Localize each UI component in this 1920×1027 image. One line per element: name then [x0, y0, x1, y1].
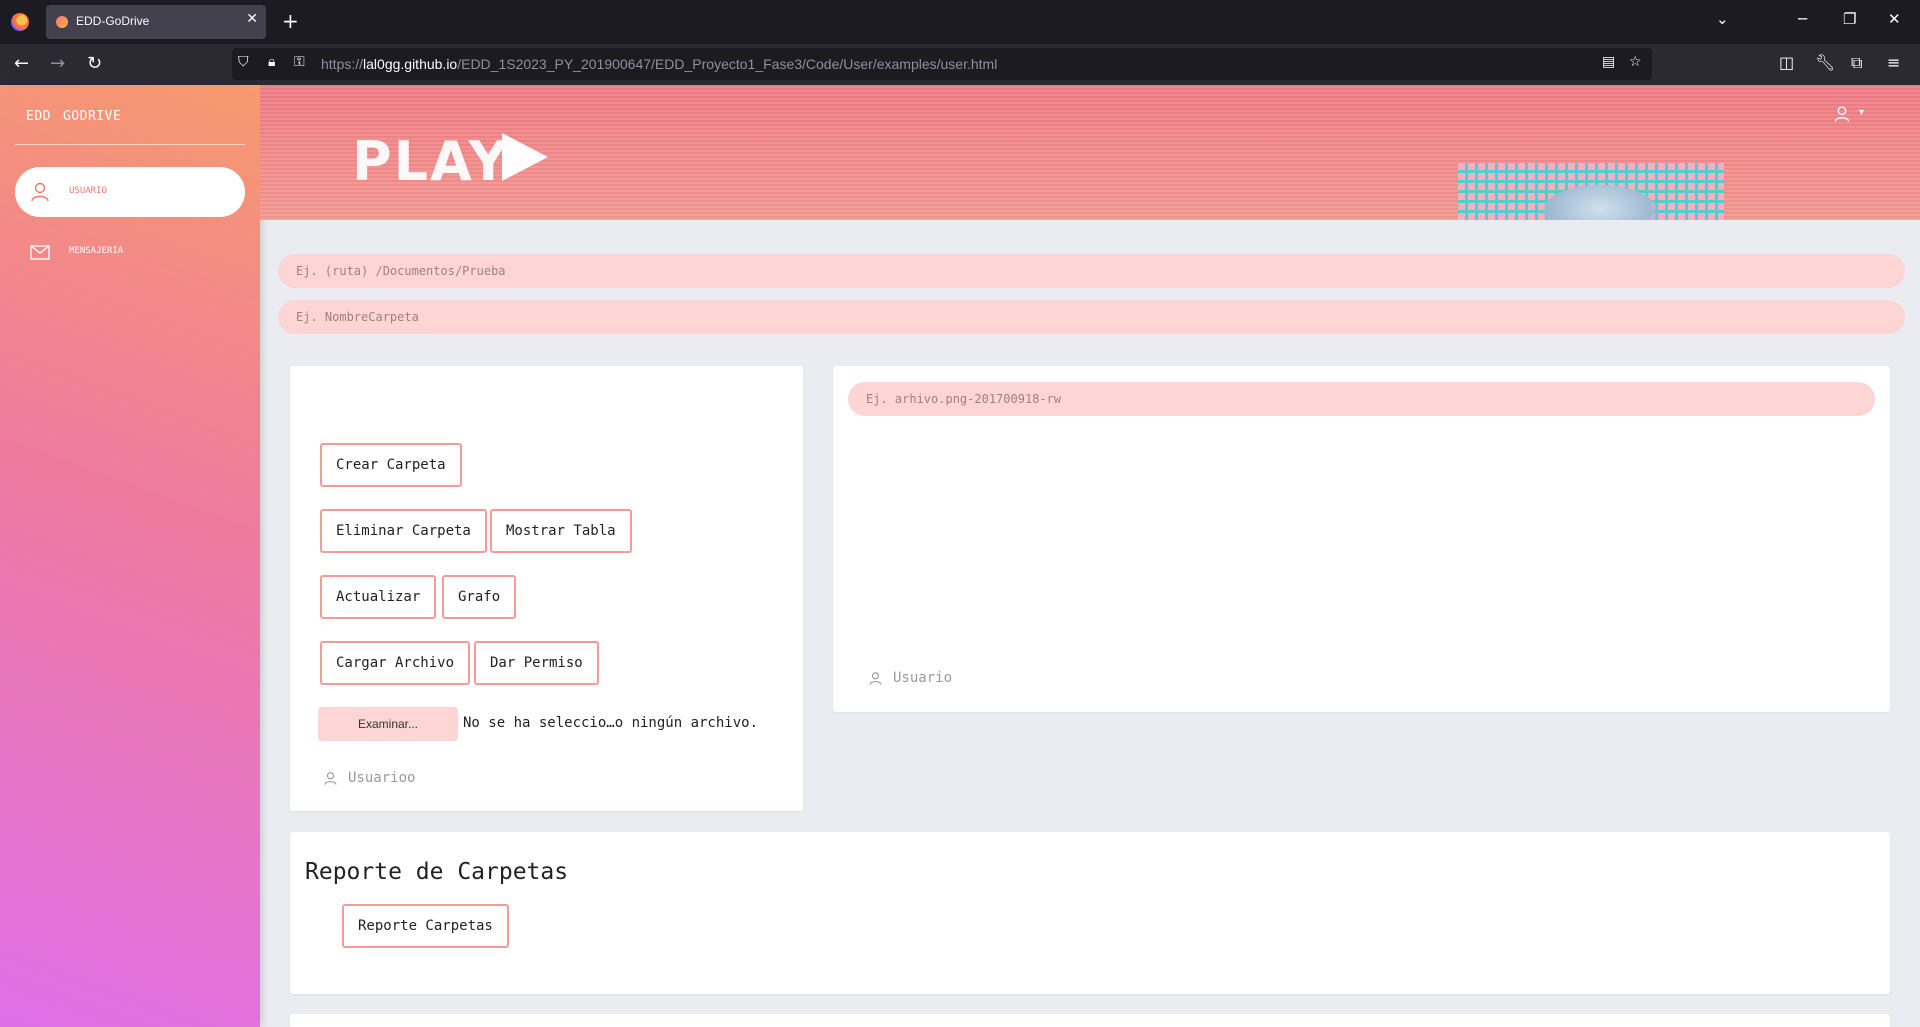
reload-icon[interactable]: ↻	[87, 53, 102, 74]
bookmark-star-icon[interactable]: ☆	[1629, 54, 1642, 70]
play-logo-text: PLAY	[352, 130, 510, 193]
extensions-icon[interactable]: ⧉	[1851, 53, 1862, 73]
delete-folder-button[interactable]: Eliminar Carpeta	[320, 509, 487, 553]
tab-favicon-icon	[56, 16, 68, 28]
browse-file-button[interactable]: Examinar...	[318, 707, 458, 741]
browser-tab[interactable]: EDD-GoDrive ✕	[46, 5, 266, 39]
minimize-icon[interactable]: ─	[1798, 10, 1807, 28]
footer-user-label: Usuario	[893, 670, 953, 686]
next-card-edge	[290, 1014, 1890, 1027]
chevron-down-icon: ▾	[1859, 107, 1865, 118]
folder-name-input[interactable]	[278, 300, 1905, 334]
user-icon	[31, 182, 49, 202]
mail-icon	[30, 245, 50, 260]
lock-icon[interactable]: 🔒︎	[268, 54, 275, 70]
user-menu-dropdown[interactable]: ▾	[1833, 105, 1873, 125]
reader-view-icon[interactable]: ▤	[1602, 54, 1615, 70]
give-permission-button[interactable]: Dar Permiso	[474, 641, 599, 685]
restore-icon[interactable]: ❐	[1843, 10, 1856, 28]
user-icon	[324, 771, 337, 785]
create-folder-button[interactable]: Crear Carpeta	[320, 443, 462, 487]
key-icon[interactable]: ⚿	[294, 54, 305, 70]
forward-icon[interactable]: →	[50, 53, 65, 74]
sidebar-divider	[15, 144, 245, 145]
show-table-button[interactable]: Mostrar Tabla	[490, 509, 632, 553]
url-text[interactable]: https://lal0gg.github.io/EDD_1S2023_PY_2…	[321, 56, 997, 72]
sidebar-item-usuario[interactable]: Usuario	[15, 167, 245, 217]
brand-part-edd: EDD	[26, 109, 51, 124]
wrench-icon[interactable]: 🔧︎	[1815, 53, 1835, 72]
sidebar-item-mensajeria[interactable]: Mensajeria	[15, 227, 245, 277]
shield-icon[interactable]: ⛉	[238, 54, 249, 70]
file-status-text: No se ha seleccio…o ningún archivo.	[463, 715, 759, 731]
user-icon	[869, 671, 882, 685]
graph-button[interactable]: Grafo	[442, 575, 517, 619]
card-footer-user: Usuarioo	[323, 770, 415, 786]
tab-close-icon[interactable]: ✕	[246, 11, 258, 27]
new-tab-icon[interactable]: +	[282, 9, 299, 33]
path-input[interactable]	[278, 254, 1905, 288]
header-banner: PLAY ▾	[260, 85, 1920, 220]
card-footer-user: Usuario	[868, 670, 952, 686]
sidebar: EDD GODRIVE Usuario Mensajeria	[0, 85, 260, 1027]
play-triangle-icon	[502, 133, 548, 181]
menu-icon[interactable]: ≡	[1887, 53, 1900, 72]
upload-file-button[interactable]: Cargar Archivo	[320, 641, 471, 685]
brand-logo[interactable]: EDD GODRIVE	[26, 109, 121, 124]
folder-report-button[interactable]: Reporte Carpetas	[342, 904, 509, 948]
browser-nav-bar: ← → ↻ ⛉ 🔒︎ ⚿ https://lal0gg.github.io/ED…	[0, 44, 1920, 85]
report-title: Reporte de Carpetas	[305, 859, 569, 885]
file-name-input[interactable]	[848, 382, 1875, 416]
back-icon[interactable]: ←	[14, 53, 29, 74]
window-close-icon[interactable]: ✕	[1888, 10, 1901, 28]
pocket-icon[interactable]: ◫	[1779, 53, 1794, 72]
tab-title: EDD-GoDrive	[76, 14, 150, 28]
url-bar[interactable]: ⛉ 🔒︎ ⚿ https://lal0gg.github.io/EDD_1S20…	[232, 48, 1652, 80]
firefox-icon	[11, 13, 29, 31]
update-button[interactable]: Actualizar	[320, 575, 437, 619]
file-card	[833, 366, 1890, 712]
tab-list-icon[interactable]: ⌄	[1716, 10, 1729, 28]
sidebar-item-label: Usuario	[69, 186, 107, 196]
sidebar-item-label: Mensajeria	[69, 246, 124, 256]
report-card	[290, 832, 1890, 994]
browser-tab-bar: EDD-GoDrive ✕ + ⌄ ─ ❐ ✕	[0, 0, 1920, 44]
brand-part-godrive: GODRIVE	[62, 109, 122, 124]
user-icon	[1834, 106, 1850, 122]
footer-user-label: Usuarioo	[348, 770, 416, 786]
